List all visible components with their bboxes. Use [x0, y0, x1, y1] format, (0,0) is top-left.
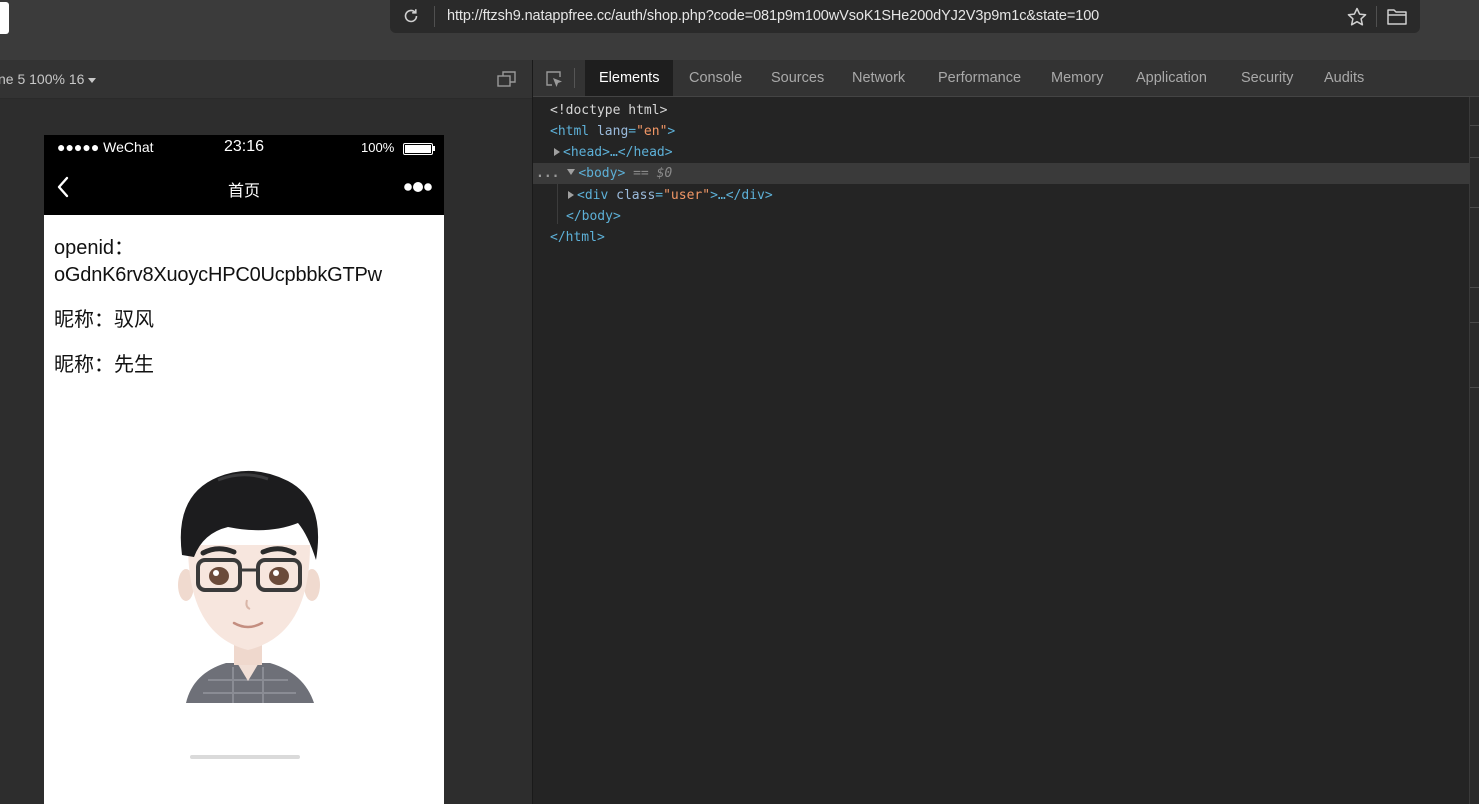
- carrier-text: ●●●●● WeChat: [57, 139, 154, 155]
- tab-performance[interactable]: Performance: [924, 60, 1035, 96]
- wechat-nav-bar: 首页: [44, 160, 444, 215]
- battery-percent: 100%: [361, 140, 395, 155]
- elements-panel: <!doctype html> <html lang="en"> <head>……: [533, 97, 1469, 804]
- expand-triangle-icon[interactable]: [568, 191, 574, 199]
- dom-html-open[interactable]: <html lang="en">: [550, 121, 675, 142]
- rotate-device-icon[interactable]: [497, 70, 517, 88]
- tab-security[interactable]: Security: [1227, 60, 1307, 96]
- dom-body-selected[interactable]: ... <body> == $0: [533, 163, 1469, 184]
- tab-network[interactable]: Network: [838, 60, 919, 96]
- battery-icon: [403, 143, 433, 155]
- reload-icon[interactable]: [402, 7, 420, 25]
- device-label-text: ne 5 100% 16: [0, 71, 85, 87]
- row-ellipsis[interactable]: ...: [536, 166, 559, 181]
- html-tag-open: <html: [550, 124, 590, 139]
- browser-top-bar: http://ftzsh9.natappfree.cc/auth/shop.ph…: [0, 0, 1479, 60]
- folder-icon[interactable]: [1386, 7, 1408, 27]
- dom-div-user[interactable]: <div class="user">…</div>: [568, 185, 773, 206]
- openid-label: openid：: [54, 237, 135, 259]
- selected-node-marker: == $0: [633, 166, 673, 181]
- tab-separator: [574, 68, 575, 88]
- openid-row: openid： oGdnK6rv8XuoycHPC0UcpbbkGTPw: [54, 235, 434, 289]
- tab-sources[interactable]: Sources: [757, 60, 838, 96]
- div-attr-name: class: [616, 188, 656, 203]
- dom-head[interactable]: <head>…</head>: [554, 142, 673, 163]
- user-avatar: [178, 470, 320, 759]
- address-bar[interactable]: http://ftzsh9.natappfree.cc/auth/shop.ph…: [390, 0, 1420, 33]
- html-attr-value: "en": [636, 124, 668, 139]
- phone-status-bar: ●●●●● WeChat 23:16 100%: [44, 135, 444, 160]
- device-toolbar: ne 5 100% 16: [0, 60, 532, 99]
- address-divider: [1376, 6, 1377, 27]
- window-tab-edge[interactable]: [0, 2, 9, 34]
- equals-sign: =: [655, 188, 664, 203]
- dom-doctype[interactable]: <!doctype html>: [550, 100, 667, 121]
- tag-close-bracket: >: [667, 124, 676, 139]
- tab-console[interactable]: Console: [675, 60, 756, 96]
- page-title: 首页: [227, 183, 260, 200]
- phone-screen: ●●●●● WeChat 23:16 100% 首页 openid： oGdnK…: [44, 135, 444, 804]
- address-divider: [434, 6, 435, 27]
- styles-pane-edge[interactable]: [1469, 97, 1479, 804]
- nickname-row: 昵称：驭风: [54, 309, 154, 331]
- tab-elements[interactable]: Elements: [585, 60, 674, 96]
- tab-application[interactable]: Application: [1122, 60, 1221, 96]
- equals-sign: =: [628, 124, 637, 139]
- collapse-triangle-icon[interactable]: [567, 169, 576, 175]
- devtools-tab-bar: Elements Console Sources Network Perform…: [533, 60, 1479, 97]
- expand-triangle-icon[interactable]: [554, 148, 560, 156]
- indent-guide: [557, 184, 558, 224]
- div-tag-rest: >…</div>: [710, 188, 773, 203]
- tab-memory[interactable]: Memory: [1037, 60, 1117, 96]
- battery-fill: [405, 145, 431, 153]
- dom-body-close[interactable]: </body>: [566, 206, 621, 227]
- battery-tip: [433, 146, 435, 151]
- clock-text: 23:16: [224, 138, 265, 155]
- device-select[interactable]: ne 5 100% 16: [0, 71, 97, 87]
- body-tag: <body>: [578, 166, 626, 181]
- dom-html-close[interactable]: </html>: [550, 227, 605, 248]
- page-content: openid： oGdnK6rv8XuoycHPC0UcpbbkGTPw 昵称：…: [54, 235, 434, 397]
- gender-row: 昵称：先生: [54, 354, 154, 376]
- caret-down-icon: [88, 77, 97, 83]
- bookmark-star-icon[interactable]: [1346, 6, 1368, 28]
- tab-audits[interactable]: Audits: [1310, 60, 1378, 96]
- head-tag: <head>…</head>: [563, 145, 673, 160]
- div-attr-value: "user": [663, 188, 711, 203]
- more-menu-icon[interactable]: [403, 180, 433, 194]
- div-tag-open: <div: [577, 188, 609, 203]
- url-text[interactable]: http://ftzsh9.natappfree.cc/auth/shop.ph…: [447, 8, 1099, 24]
- inspect-element-icon[interactable]: [545, 70, 563, 88]
- html-attr-name: lang: [596, 124, 629, 139]
- openid-value: oGdnK6rv8XuoycHPC0UcpbbkGTPw: [54, 264, 382, 286]
